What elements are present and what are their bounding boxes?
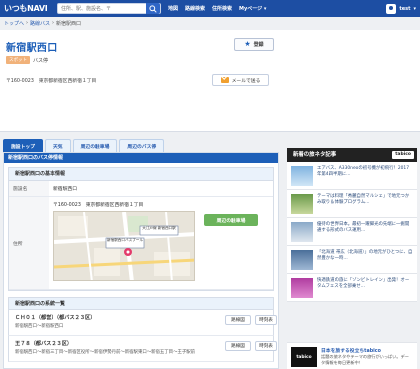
news-item[interactable]: 優待の世界日本。最初一躍脚光の先端に一掘開通する形式のバス運用… [287, 218, 417, 246]
map-label-bus-pool: 新宿駅西口バスプール [107, 238, 143, 242]
breadcrumb: トップへ › 路線バス › 新宿駅西口 [4, 20, 81, 28]
search-input[interactable] [58, 4, 144, 13]
news-item[interactable]: テーマは料理「秀麗自然マルシェ」で地元つかみ取り＆体験プログラム… [287, 190, 417, 218]
header-address: 〒160-0023 東京都新宿区西新宿１丁目 [6, 79, 97, 84]
breadcrumb-current: 新宿駅西口 [56, 21, 82, 27]
site-logo[interactable]: いつもNAVI [4, 3, 48, 14]
search-button[interactable] [146, 3, 160, 14]
global-nav: 地図 路線検索 住所検索 Myページ ▾ [168, 0, 266, 17]
news-item[interactable]: 快適鉄道の旅に「ゾンビトレイン」出発！オータムフェスを全部乗せ… [287, 274, 417, 302]
username: test [399, 5, 411, 12]
chevron-down-icon: ▾ [413, 5, 416, 12]
news-thumbnail [291, 166, 313, 186]
register-label: 登録 [253, 42, 264, 48]
section-title: 新宿駅西口のバス停情報 [4, 153, 278, 163]
tab-facility-top[interactable]: 施設トップ [3, 139, 43, 152]
spot-tabs: 施設トップ 天気 周辺の駐車場 周辺のバス停 [3, 139, 165, 152]
route-map-button[interactable]: 路線図 [225, 341, 251, 351]
category-text: バス停 [33, 57, 49, 64]
timetable-button[interactable]: 時刻表 [255, 341, 277, 351]
info-value: 〒160-0023 東京都新宿区西新宿１丁目 [53, 203, 144, 208]
spot-tag: スポット [6, 56, 30, 64]
spot-header: 新宿駅西口 ★ 登録 スポット バス停 〒160-0023 東京都新宿区西新宿１… [0, 30, 420, 132]
top-navigation-bar: いつもNAVI 地図 路線検索 住所検索 Myページ ▾ test ▾ [0, 0, 420, 17]
map-label-station: 大江戸線 新宿西口駅 [142, 226, 176, 230]
news-item[interactable]: 「北海道 帯広（北海道）」の地元がひとつに、自然豊かな一時… [287, 246, 417, 274]
tab-nearby-parking[interactable]: 周辺の駐車場 [72, 139, 118, 152]
nav-map-link[interactable]: 地図 [168, 5, 178, 12]
register-button[interactable]: ★ 登録 [234, 38, 274, 51]
breadcrumb-separator: › [52, 20, 55, 26]
location-map[interactable]: 大江戸線 新宿西口駅 新宿駅西口バスプール [53, 211, 195, 281]
breadcrumb-top-link[interactable]: トップへ [4, 20, 24, 28]
nav-mypage-link[interactable]: Myページ ▾ [239, 5, 266, 12]
tab-nearby-bus-stops[interactable]: 周辺のバス停 [119, 139, 165, 152]
nearby-parking-button[interactable]: 周辺の駐車場 [204, 214, 258, 226]
timetable-button[interactable]: 時刻表 [255, 315, 277, 325]
nav-address-search-link[interactable]: 住所検索 [212, 5, 232, 12]
send-mail-button[interactable]: メールで送る [212, 74, 269, 86]
info-label: 施設名 [9, 181, 49, 196]
news-thumbnail [291, 194, 313, 214]
star-icon: ★ [244, 40, 251, 48]
info-value-container: 〒160-0023 東京都新宿区西新宿１丁目 大江戸線 新宿西口駅 新宿駅西口バ… [49, 197, 273, 289]
news-thumbnail [291, 278, 313, 298]
nav-route-search-link[interactable]: 路線検索 [185, 5, 205, 12]
tabico-logo[interactable]: tabico [392, 151, 414, 159]
avatar [386, 3, 397, 14]
news-text: エアバス、A330neoの初号機が初飛行！2017年第4四半期に… [317, 166, 410, 177]
route-item: ＣＨ０１（都営）（都バス２３区） 新宿駅西口〜新宿駅西口 路線図 時刻表 [8, 310, 277, 336]
breadcrumb-separator: › [26, 20, 29, 26]
promo-logo: tabico [291, 347, 317, 367]
user-menu[interactable]: test ▾ [386, 2, 416, 15]
tab-weather[interactable]: 天気 [45, 139, 71, 152]
basic-info-heading: 新宿駅西口の基本情報 [9, 168, 273, 181]
route-item: 王７８（都バス２３区） 新宿駅西口〜新宿三丁目〜新宿区役所〜新宿伊勢丹前〜新宿駅… [8, 336, 277, 362]
news-thumbnail [291, 250, 313, 270]
mail-icon [220, 77, 229, 83]
info-label: 住所 [9, 197, 49, 289]
news-title: 新着の旅ネタ記事 [293, 152, 337, 158]
search-icon [149, 5, 157, 13]
news-item[interactable]: エアバス、A330neoの初号機が初飛行！2017年第4四半期に… [287, 162, 417, 190]
info-row-address: 住所 〒160-0023 東京都新宿区西新宿１丁目 大江戸線 新宿西口駅 新宿駅… [9, 197, 273, 290]
news-text: テーマは料理「秀麗自然マルシェ」で地元つかみ取り＆体験プログラム… [317, 194, 410, 205]
send-mail-label: メールで送る [231, 78, 261, 84]
route-map-button[interactable]: 路線図 [225, 315, 251, 325]
promo-banner[interactable]: tabico 日本を旅する役立ちtabico 話題の旅ネタやテーマの旅行がいっぱ… [287, 342, 417, 369]
route-list-heading: 新宿駅西口の系統一覧 [8, 297, 274, 310]
route-stops: 新宿駅西口〜新宿駅西口 [15, 324, 64, 329]
page-title: 新宿駅西口 [6, 43, 58, 54]
search-box [57, 3, 161, 14]
route-stops: 新宿駅西口〜新宿三丁目〜新宿区役所〜新宿伊勢丹前〜新宿駅東口〜新宿五丁目〜王子駅… [15, 350, 196, 355]
promo-text: 話題の旅ネタやテーマの旅行がいっぱい。データ情報を毎日更新中！ [321, 354, 409, 365]
basic-info-card: 新宿駅西口の基本情報 施設名 新宿駅西口 住所 〒160-0023 東京都新宿区… [8, 167, 274, 291]
main-content: 新宿駅西口のバス停情報 新宿駅西口の基本情報 施設名 新宿駅西口 住所 〒160… [3, 152, 279, 369]
news-heading: 新着の旅ネタ記事 tabico [287, 148, 417, 162]
promo-title: 日本を旅する役立ちtabico [321, 349, 381, 354]
news-text: 優待の世界日本。最初一躍脚光の先端に一掘開通する形式のバス運用… [317, 222, 410, 233]
map-wrap: 大江戸線 新宿西口駅 新宿駅西口バスプール 周辺の駐車場 [53, 211, 269, 285]
news-thumbnail [291, 222, 313, 242]
category-row: スポット バス停 [6, 56, 48, 64]
news-text: 「北海道 帯広（北海道）」の地元がひとつに、自然豊かな一時… [317, 250, 413, 261]
info-value: 新宿駅西口 [53, 187, 77, 192]
breadcrumb-bus-link[interactable]: 路線バス [30, 20, 50, 28]
news-text: 快適鉄道の旅に「ゾンビトレイン」出発！オータムフェスを全部乗せ… [317, 278, 410, 289]
info-row-name: 施設名 新宿駅西口 [9, 181, 273, 197]
